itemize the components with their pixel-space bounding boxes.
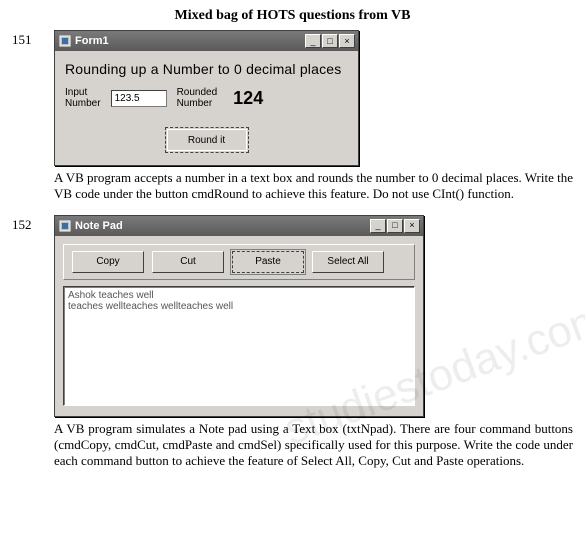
window-title: Note Pad [75, 220, 365, 232]
toolbar: Copy Cut Paste Select All [63, 244, 415, 280]
app-icon [59, 35, 71, 47]
input-number-field[interactable] [111, 90, 167, 107]
notepad-window: Note Pad _ □ × Copy Cut Paste Select All… [54, 215, 424, 417]
question-number: 152 [12, 215, 46, 233]
rounded-number-value: 124 [233, 88, 263, 109]
input-number-label: Input Number [65, 87, 101, 109]
question-description: A VB program accepts a number in a text … [54, 170, 573, 203]
select-all-button[interactable]: Select All [312, 251, 384, 273]
form1-window: Form1 _ □ × Rounding up a Number to 0 de… [54, 30, 359, 166]
minimize-icon[interactable]: _ [370, 219, 386, 233]
question-152: 152 Note Pad _ □ × Copy Cut Paste Select… [12, 215, 573, 478]
window-title: Form1 [75, 35, 300, 47]
paste-button[interactable]: Paste [232, 251, 304, 273]
app-icon [59, 220, 71, 232]
copy-button[interactable]: Copy [72, 251, 144, 273]
maximize-icon[interactable]: □ [387, 219, 403, 233]
question-number: 151 [12, 30, 46, 48]
page-title: Mixed bag of HOTS questions from VB [12, 8, 573, 24]
maximize-icon[interactable]: □ [322, 34, 338, 48]
rounded-number-label: Rounded Number [177, 87, 218, 109]
question-description: A VB program simulates a Note pad using … [54, 421, 573, 470]
cut-button[interactable]: Cut [152, 251, 224, 273]
titlebar: Form1 _ □ × [55, 31, 358, 51]
question-151: 151 Form1 _ □ × Rounding up a Number to … [12, 30, 573, 211]
close-icon[interactable]: × [404, 219, 420, 233]
minimize-icon[interactable]: _ [305, 34, 321, 48]
close-icon[interactable]: × [339, 34, 355, 48]
form-heading: Rounding up a Number to 0 decimal places [65, 61, 348, 77]
round-it-button[interactable]: Round it [165, 127, 249, 153]
titlebar: Note Pad _ □ × [55, 216, 423, 236]
notepad-textarea[interactable]: Ashok teaches well teaches wellteaches w… [63, 286, 415, 406]
